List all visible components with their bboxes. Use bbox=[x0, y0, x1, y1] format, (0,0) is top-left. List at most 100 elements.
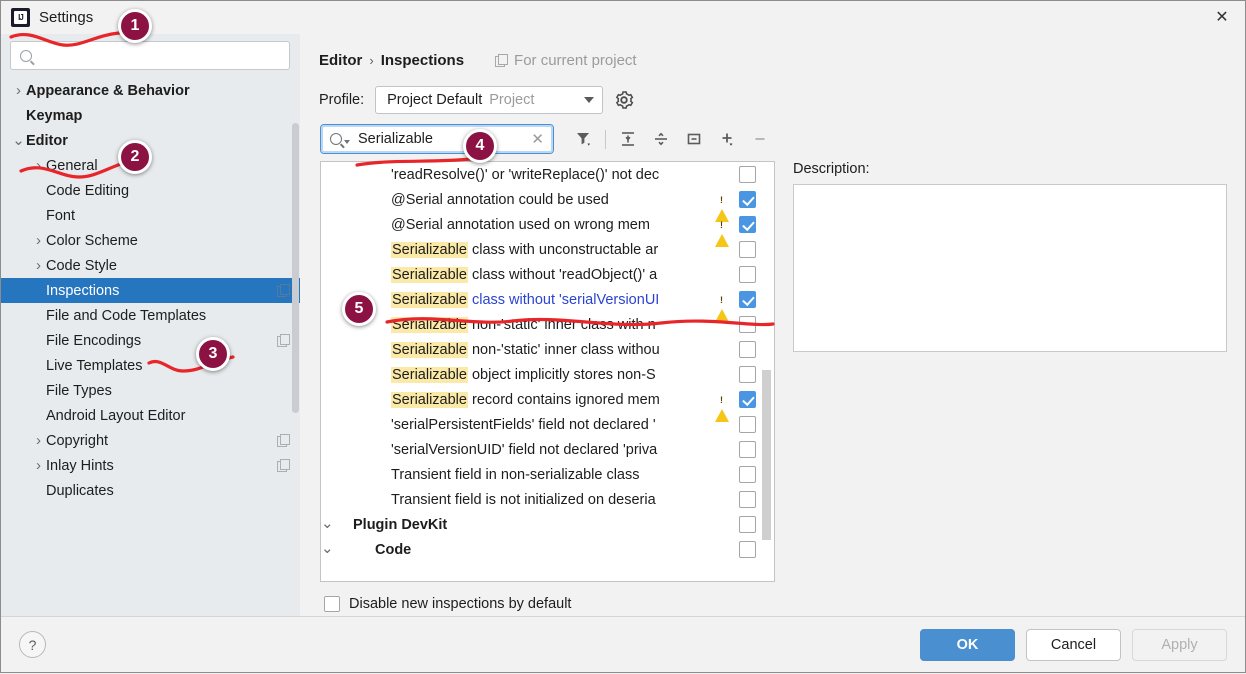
inspection-row[interactable]: Transient field in non-serializable clas… bbox=[321, 462, 774, 487]
inspection-enabled-checkbox[interactable] bbox=[739, 366, 756, 383]
sidebar-item-inlay-hints[interactable]: › Inlay Hints bbox=[1, 453, 300, 478]
sidebar-item-label: Appearance & Behavior bbox=[26, 82, 190, 99]
sidebar-item-duplicates[interactable]: ›Duplicates bbox=[1, 478, 300, 503]
close-icon[interactable]: ✕ bbox=[1199, 1, 1245, 33]
sidebar-item-appearance-behavior[interactable]: › Appearance & Behavior bbox=[1, 78, 300, 103]
list-scrollbar-thumb[interactable] bbox=[762, 370, 771, 540]
ok-button[interactable]: OK bbox=[920, 628, 1015, 661]
inspection-group-row[interactable]: ⌄ Code bbox=[321, 537, 774, 562]
sidebar-item-label: General bbox=[46, 157, 98, 174]
minus-icon[interactable] bbox=[743, 125, 776, 153]
collapse-all-icon[interactable] bbox=[644, 125, 677, 153]
inspection-row[interactable]: 'readResolve()' or 'writeReplace()' not … bbox=[321, 162, 774, 187]
chevron-down-icon[interactable]: ⌄ bbox=[321, 516, 334, 531]
chevron-right-icon[interactable]: › bbox=[31, 233, 46, 248]
inspection-enabled-checkbox[interactable] bbox=[739, 516, 756, 533]
question-mark-icon[interactable]: ? bbox=[19, 631, 46, 658]
sidebar-scrollbar[interactable] bbox=[291, 78, 300, 616]
inspection-label-rest: non-'static' inner class withou bbox=[467, 341, 660, 358]
disable-new-inspections-label: Disable new inspections by default bbox=[349, 595, 572, 612]
inspection-row[interactable]: Serializable class without 'readObject()… bbox=[321, 262, 774, 287]
inspection-row[interactable]: Serializable record contains ignored mem bbox=[321, 387, 774, 422]
sidebar-item-file-and-code-templates[interactable]: ›File and Code Templates bbox=[1, 303, 300, 328]
settings-sidebar: ›Appearance & Behavior›Keymap⌄Editor›Gen… bbox=[1, 34, 300, 616]
chevron-down-icon[interactable]: ⌄ bbox=[11, 133, 26, 148]
inspection-enabled-checkbox[interactable] bbox=[739, 316, 756, 333]
sidebar-item-inspections[interactable]: ›Inspections bbox=[1, 278, 300, 303]
sidebar-item-copyright[interactable]: › Copyright bbox=[1, 428, 300, 453]
inspection-row[interactable]: Serializable class without 'serialVersio… bbox=[321, 287, 774, 322]
sidebar-search-wrap bbox=[1, 34, 300, 76]
sidebar-item-code-editing[interactable]: ›Code Editing bbox=[1, 178, 300, 203]
inspection-enabled-checkbox[interactable] bbox=[739, 241, 756, 258]
inspection-group-row[interactable]: ⌄ Plugin DevKit bbox=[321, 512, 774, 537]
inspection-enabled-checkbox[interactable] bbox=[739, 391, 756, 408]
chevron-down-icon[interactable]: ⌄ bbox=[321, 541, 334, 556]
inspection-enabled-checkbox[interactable] bbox=[739, 191, 756, 208]
breadcrumb-separator: › bbox=[369, 52, 374, 68]
inspection-row[interactable]: 'serialVersionUID' field not declared 'p… bbox=[321, 437, 774, 462]
chevron-right-icon[interactable]: › bbox=[31, 158, 46, 173]
inspection-row[interactable]: Transient field is not initialized on de… bbox=[321, 487, 774, 512]
sidebar-item-live-templates[interactable]: ›Live Templates bbox=[1, 353, 300, 378]
list-scrollbar[interactable] bbox=[761, 163, 773, 580]
apply-button[interactable]: Apply bbox=[1132, 628, 1227, 661]
breadcrumb-parent[interactable]: Editor bbox=[319, 52, 362, 69]
inspection-row[interactable]: Serializable class with unconstructable … bbox=[321, 237, 774, 262]
inspection-row[interactable]: @Serial annotation could be used bbox=[321, 187, 774, 222]
chevron-right-icon[interactable]: › bbox=[11, 83, 26, 98]
square-minus-icon[interactable] bbox=[677, 125, 710, 153]
inspection-enabled-checkbox[interactable] bbox=[739, 266, 756, 283]
sidebar-item-file-encodings[interactable]: ›File Encodings bbox=[1, 328, 300, 353]
inspection-label: Serializable class without 'readObject()… bbox=[391, 266, 774, 283]
filter-icon[interactable] bbox=[567, 125, 600, 153]
sidebar-item-font[interactable]: ›Font bbox=[1, 203, 300, 228]
sidebar-item-keymap[interactable]: ›Keymap bbox=[1, 103, 300, 128]
warning-icon bbox=[715, 392, 730, 422]
inspection-enabled-checkbox[interactable] bbox=[739, 166, 756, 183]
inspection-enabled-checkbox[interactable] bbox=[739, 441, 756, 458]
chevron-down-icon[interactable] bbox=[344, 139, 350, 144]
chevron-right-icon[interactable]: › bbox=[31, 258, 46, 273]
profile-select[interactable]: Project Default Project bbox=[375, 86, 604, 114]
inspection-enabled-checkbox[interactable] bbox=[739, 466, 756, 483]
inspection-enabled-checkbox[interactable] bbox=[739, 491, 756, 508]
chevron-right-icon[interactable]: › bbox=[31, 433, 46, 448]
sidebar-item-label: Editor bbox=[26, 132, 68, 149]
disable-new-inspections-checkbox[interactable] bbox=[324, 595, 340, 612]
inspection-row[interactable]: Serializable non-'static' inner class wi… bbox=[321, 337, 774, 362]
inspection-row[interactable]: Serializable non-'static' inner class wi… bbox=[321, 312, 774, 337]
inspection-enabled-checkbox[interactable] bbox=[739, 291, 756, 308]
sidebar-item-file-types[interactable]: ›File Types bbox=[1, 378, 300, 403]
sidebar-item-color-scheme[interactable]: › Color Scheme bbox=[1, 228, 300, 253]
sidebar-item-editor[interactable]: ⌄ Editor bbox=[1, 128, 300, 153]
sidebar-item-code-style[interactable]: › Code Style bbox=[1, 253, 300, 278]
description-label: Description: bbox=[793, 161, 870, 177]
sidebar-scrollbar-thumb[interactable] bbox=[292, 123, 299, 413]
inspection-enabled-checkbox[interactable] bbox=[739, 341, 756, 358]
gear-icon[interactable] bbox=[614, 90, 634, 110]
expand-all-icon[interactable] bbox=[611, 125, 644, 153]
disable-new-inspections-row[interactable]: Disable new inspections by default bbox=[300, 582, 1245, 616]
plus-icon[interactable] bbox=[710, 125, 743, 153]
settings-dialog: IJ Settings ✕ ›Appearance & Behavior›Key… bbox=[0, 0, 1246, 673]
chevron-right-icon[interactable]: › bbox=[31, 458, 46, 473]
sidebar-item-android-layout-editor[interactable]: ›Android Layout Editor bbox=[1, 403, 300, 428]
cancel-button[interactable]: Cancel bbox=[1026, 628, 1121, 661]
profile-value: Project Default bbox=[387, 92, 483, 108]
inspection-enabled-checkbox[interactable] bbox=[739, 216, 756, 233]
sidebar-search-field[interactable] bbox=[10, 41, 290, 70]
inspection-enabled-checkbox[interactable] bbox=[739, 541, 756, 558]
inspection-label: Serializable object implicitly stores no… bbox=[391, 366, 774, 383]
inspection-label: 'serialVersionUID' field not declared 'p… bbox=[391, 441, 658, 458]
clear-icon[interactable]: ✕ bbox=[531, 130, 546, 148]
inspection-row[interactable]: 'serialPersistentFields' field not decla… bbox=[321, 412, 774, 437]
sidebar-item-label: File Types bbox=[46, 382, 112, 399]
inspection-enabled-checkbox[interactable] bbox=[739, 416, 756, 433]
scope-indicator: For current project bbox=[495, 52, 637, 69]
inspection-row[interactable]: Serializable object implicitly stores no… bbox=[321, 362, 774, 387]
sidebar-item-general[interactable]: › General bbox=[1, 153, 300, 178]
inspection-row[interactable]: @Serial annotation used on wrong mem bbox=[321, 212, 774, 247]
sidebar-search-input[interactable] bbox=[40, 46, 289, 65]
inspection-search-field[interactable]: Serializable ✕ bbox=[320, 124, 554, 154]
